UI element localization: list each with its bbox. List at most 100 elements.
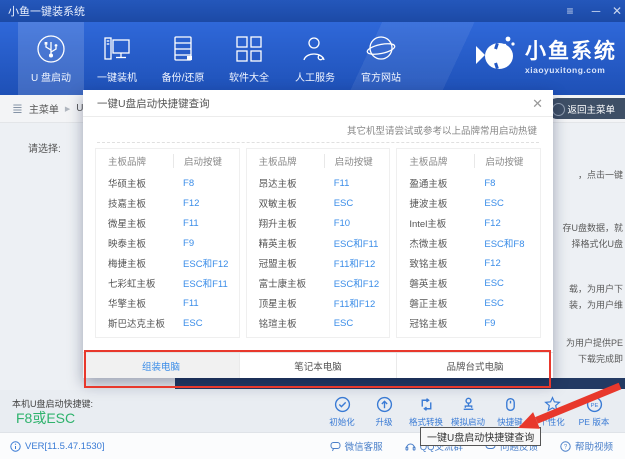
tool-simulate-boot[interactable]: 模拟启动 <box>447 396 489 428</box>
column-header: 主板品牌 <box>397 154 474 168</box>
text-fragment: 装，为用户维 <box>569 298 623 311</box>
computer-icon <box>102 34 132 64</box>
boot-key-cell: ESC和F12 <box>324 276 390 290</box>
nav-item-human-service[interactable]: 人工服务 <box>282 22 348 95</box>
nav-item-label: 人工服务 <box>295 69 335 84</box>
column-header: 启动按键 <box>173 154 239 168</box>
tool-label: 升级 <box>375 416 392 428</box>
qq-icon <box>405 441 416 452</box>
select-prompt: 请选择: <box>28 140 61 155</box>
table-row: 磐英主板ESC <box>397 273 540 293</box>
nav-item-backup-restore[interactable]: 备份/还原 <box>150 22 216 95</box>
nav-item-one-key-install[interactable]: 一键装机 <box>84 22 150 95</box>
boot-key-cell: ESC <box>173 318 239 329</box>
apps-grid-icon <box>234 34 264 64</box>
brand-cell: 双敏主板 <box>247 196 324 210</box>
column-header: 启动按键 <box>324 154 390 168</box>
table-row: 富士康主板ESC和F12 <box>247 273 390 293</box>
table-row: 七彩虹主板ESC和F11 <box>96 273 239 293</box>
brand-cell: 斯巴达克主板 <box>96 316 173 330</box>
usb-icon <box>36 34 66 64</box>
table-header-row: 主板品牌 启动按键 <box>96 149 239 173</box>
text-fragment: 为用户提供PE <box>566 336 623 349</box>
brand-cell: 翔升主板 <box>247 216 324 230</box>
brand-cell: 精英主板 <box>247 236 324 250</box>
table-row: 盈通主板F8 <box>397 173 540 193</box>
table-header-row: 主板品牌 启动按键 <box>247 149 390 173</box>
return-main-menu-button[interactable]: 返回主菜单 <box>547 98 625 119</box>
tool-format-convert[interactable]: 格式转换 <box>405 396 447 428</box>
tool-personalize[interactable]: 个性化 <box>531 396 573 428</box>
minimize-icon[interactable]: ─ <box>583 4 609 18</box>
boot-key-cell: ESC和F12 <box>173 256 239 270</box>
list-icon: ≣ <box>12 101 23 117</box>
boot-key-cell: F12 <box>474 218 540 229</box>
main-nav: U 盘启动 一键装机 备份/还原 软件大全 人工服务 <box>0 22 625 95</box>
column-header: 主板品牌 <box>96 154 173 168</box>
version-info: VER[11.5.47.1530] <box>10 441 105 452</box>
nav-item-official-website[interactable]: 官方网站 <box>348 22 414 95</box>
text-fragment: ，点击一键 <box>578 168 623 181</box>
table-row: 磐正主板ESC <box>397 293 540 313</box>
tab-assembled-pc[interactable]: 组装电脑 <box>83 353 240 378</box>
tab-brand-desktop[interactable]: 品牌台式电脑 <box>397 353 553 378</box>
tool-hotkey[interactable]: 快捷键 <box>489 396 531 428</box>
boot-key-cell: ESC和F11 <box>324 236 390 250</box>
nav-item-label: 备份/还原 <box>162 69 205 84</box>
boot-key-cell: ESC <box>474 198 540 209</box>
dialog-shadow <box>175 378 625 389</box>
brand-cell: 冠盟主板 <box>247 256 324 270</box>
dialog-close-icon[interactable]: ✕ <box>532 97 543 110</box>
help-video-link[interactable]: ? 帮助视频 <box>560 439 613 453</box>
boot-key-cell: F9 <box>173 238 239 249</box>
globe-icon <box>366 34 396 64</box>
hotkey-table-group: 主板品牌 启动按键 盈通主板F8捷波主板ESCIntel主板F12杰微主板ESC… <box>396 148 541 338</box>
table-row: 梅捷主板ESC和F12 <box>96 253 239 273</box>
boot-key-cell: F11 <box>324 178 390 189</box>
brand-cell: 华硕主板 <box>96 176 173 190</box>
table-row: 顶星主板F11和F12 <box>247 293 390 313</box>
table-row: 冠铭主板F9 <box>397 313 540 333</box>
table-row: 技嘉主板F12 <box>96 193 239 213</box>
menu-icon[interactable]: ≡ <box>557 4 583 18</box>
boot-key-cell: F12 <box>474 258 540 269</box>
check-circle-icon <box>334 396 351 413</box>
dialog-note: 其它机型请尝试或参考以上品牌常用启动热键 <box>347 123 537 137</box>
tool-pe-version[interactable]: PE PE 版本 <box>573 396 615 428</box>
nav-item-usb-boot[interactable]: U 盘启动 <box>18 22 84 95</box>
simulate-boot-icon <box>460 396 477 413</box>
wechat-icon <box>330 441 341 452</box>
tool-initialize[interactable]: 初始化 <box>321 396 363 428</box>
wechat-service-link[interactable]: 微信客服 <box>330 439 383 453</box>
nav-item-software-collection[interactable]: 软件大全 <box>216 22 282 95</box>
nav-item-label: U 盘启动 <box>31 69 71 84</box>
tool-label: 个性化 <box>539 416 565 428</box>
hotkey-tooltip: 一键U盘启动快捷键查询 <box>420 427 541 446</box>
table-row: 华擎主板F11 <box>96 293 239 313</box>
window-controls: ≡ ─ ✕ <box>557 0 625 22</box>
boot-key-cell: F11和F12 <box>324 256 390 270</box>
boot-key-cell: ESC <box>324 318 390 329</box>
version-text: VER[11.5.47.1530] <box>25 441 105 452</box>
brand-cell: 顶星主板 <box>247 296 324 310</box>
convert-icon <box>418 396 435 413</box>
boot-key-cell: F10 <box>324 218 390 229</box>
close-icon[interactable]: ✕ <box>609 4 625 18</box>
table-body: 华硕主板F8技嘉主板F12微星主板F11映泰主板F9梅捷主板ESC和F12七彩虹… <box>96 173 239 333</box>
boot-key-cell: F8 <box>173 178 239 189</box>
breadcrumb-main-menu[interactable]: 主菜单 <box>29 101 59 116</box>
table-header-row: 主板品牌 启动按键 <box>397 149 540 173</box>
brand-cell: 冠铭主板 <box>397 316 474 330</box>
boot-key-cell: F11 <box>173 218 239 229</box>
tool-label: 初始化 <box>329 416 355 428</box>
brand-cell: 磐正主板 <box>397 296 474 310</box>
tab-laptop[interactable]: 笔记本电脑 <box>240 353 397 378</box>
brand-cell: 捷波主板 <box>397 196 474 210</box>
brand-cell: Intel主板 <box>397 216 474 230</box>
tool-upgrade[interactable]: 升级 <box>363 396 405 428</box>
dialog-header: 一键U盘启动快捷键查询 ✕ <box>83 90 553 117</box>
brand-cell: 杰微主板 <box>397 236 474 250</box>
boot-key-cell: ESC和F11 <box>173 276 239 290</box>
brand-logo: 小鱼系统 xiaoyuxitong.com <box>475 32 617 78</box>
column-header: 主板品牌 <box>247 154 324 168</box>
